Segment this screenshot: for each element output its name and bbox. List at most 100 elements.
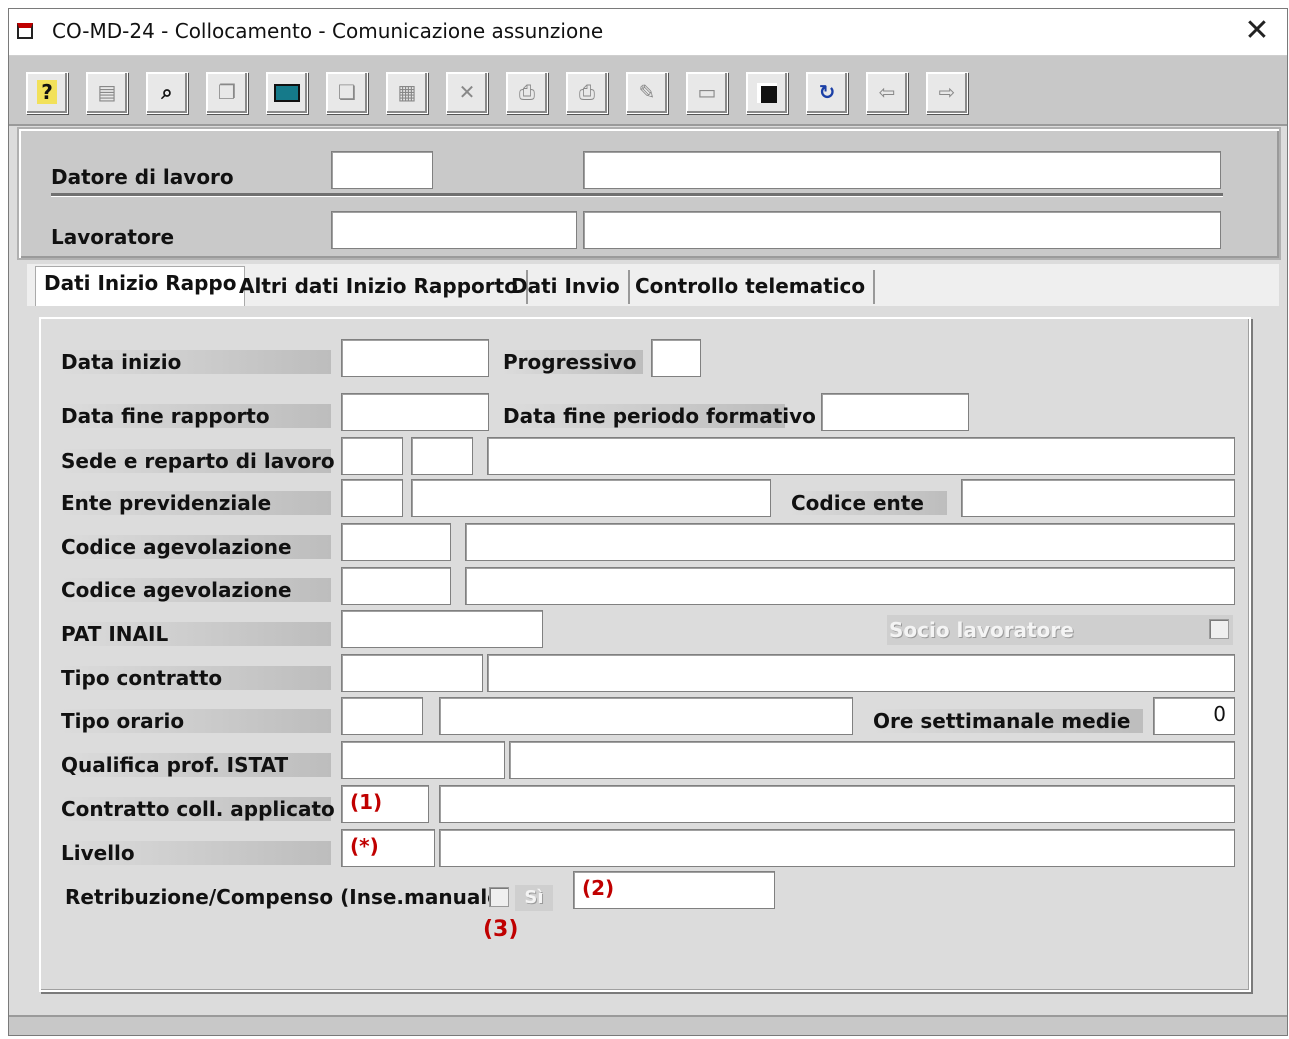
title-bar: CO-MD-24 - Collocamento - Comunicazione … bbox=[9, 9, 1287, 56]
tipo-orario-description-input[interactable] bbox=[439, 697, 853, 735]
codice-agevolazione-2-code-input[interactable] bbox=[341, 567, 451, 605]
ore-settimanale-medie-input[interactable]: 0 bbox=[1153, 697, 1235, 735]
contratto-coll-label: Contratto coll. applicato bbox=[59, 797, 335, 821]
employer-label: Datore di lavoro bbox=[51, 165, 234, 189]
tab-panel: Data inizio Progressivo Data fine rappor… bbox=[39, 317, 1251, 992]
data-fine-rapporto-input[interactable] bbox=[341, 393, 489, 431]
contratto-coll-description-input[interactable] bbox=[439, 785, 1235, 823]
sede-reparto-label: Sede e reparto di lavoro bbox=[59, 449, 335, 473]
codice-ente-input[interactable] bbox=[961, 479, 1235, 517]
properties-icon: ▤ bbox=[97, 80, 117, 104]
qualifica-istat-code-input[interactable] bbox=[341, 741, 505, 779]
printer-icon: ⎙ bbox=[579, 80, 595, 104]
pat-inail-input[interactable] bbox=[341, 610, 543, 648]
pat-inail-label: PAT INAIL bbox=[59, 622, 331, 646]
window-title: CO-MD-24 - Collocamento - Comunicazione … bbox=[52, 19, 604, 43]
properties-button[interactable]: ▤ bbox=[86, 72, 128, 114]
employer-name-input[interactable] bbox=[583, 151, 1221, 189]
form-icon: ▭ bbox=[697, 80, 717, 104]
back-button[interactable]: ⇦ bbox=[866, 72, 908, 114]
tab-controllo-telematico[interactable]: Controllo telematico bbox=[627, 270, 876, 304]
forward-button[interactable]: ⇨ bbox=[926, 72, 968, 114]
codice-agevolazione-code-input[interactable] bbox=[341, 523, 451, 561]
tipo-contratto-label: Tipo contratto bbox=[59, 666, 331, 690]
status-strip bbox=[9, 1015, 1287, 1035]
data-fine-periodo-formativo-input[interactable] bbox=[821, 393, 969, 431]
checkbox-note: (3) bbox=[483, 917, 519, 942]
codice-ente-label: Codice ente bbox=[789, 491, 947, 515]
window: CO-MD-24 - Collocamento - Comunicazione … bbox=[8, 8, 1288, 1036]
print-button[interactable]: ⎙ bbox=[566, 72, 608, 114]
data-inizio-input[interactable] bbox=[341, 339, 489, 377]
copy-button[interactable]: ❐ bbox=[206, 72, 248, 114]
retribuzione-manual-checkbox[interactable] bbox=[489, 887, 509, 907]
sede-input[interactable] bbox=[341, 437, 403, 475]
search-button[interactable]: ⌕ bbox=[146, 72, 188, 114]
header-panel: Datore di lavoro Lavoratore bbox=[17, 127, 1281, 260]
livello-code-input[interactable]: (*) bbox=[341, 829, 435, 867]
socio-lavoratore-checkbox[interactable] bbox=[1209, 619, 1229, 639]
contratto-coll-code-input[interactable]: (1) bbox=[341, 785, 429, 823]
si-label: Sì bbox=[515, 885, 553, 911]
display-button[interactable] bbox=[266, 72, 308, 114]
refresh-button[interactable]: ↻ bbox=[806, 72, 848, 114]
retribuzione-label: Retribuzione/Compenso (Inse.manuale) bbox=[65, 885, 510, 909]
tipo-orario-code-input[interactable] bbox=[341, 697, 423, 735]
tab-dati-inizio-rapporto[interactable]: Dati Inizio Rappo bbox=[35, 266, 246, 306]
codice-agevolazione-2-label: Codice agevolazione bbox=[59, 578, 331, 602]
copy-icon: ❐ bbox=[218, 80, 236, 104]
header-divider bbox=[51, 193, 1223, 197]
toolbar: ? ▤ ⌕ ❐ ❏ ▦ ✕ ⎙ ⎙ ✎ ▭ ↻ ⇦ ⇨ bbox=[9, 56, 1287, 126]
tipo-contratto-description-input[interactable] bbox=[487, 654, 1235, 692]
codice-agevolazione-label: Codice agevolazione bbox=[59, 535, 331, 559]
arrow-right-icon: ⇨ bbox=[938, 80, 956, 104]
save-button[interactable] bbox=[746, 72, 788, 114]
employer-code-input[interactable] bbox=[331, 151, 433, 189]
livello-label: Livello bbox=[59, 841, 331, 865]
grid-button[interactable]: ▦ bbox=[386, 72, 428, 114]
floppy-disk-icon bbox=[757, 83, 777, 103]
app-icon bbox=[17, 23, 33, 39]
worker-code-input[interactable] bbox=[331, 211, 577, 249]
ente-previdenziale-label: Ente previdenziale bbox=[59, 491, 331, 515]
duplicate-button[interactable]: ❏ bbox=[326, 72, 368, 114]
qualifica-istat-description-input[interactable] bbox=[509, 741, 1235, 779]
arrow-left-icon: ⇦ bbox=[878, 80, 896, 104]
ore-settimanale-medie-label: Ore settimanale medie bbox=[871, 709, 1143, 733]
edit-icon: ✎ bbox=[638, 80, 656, 104]
worker-name-input[interactable] bbox=[583, 211, 1221, 249]
preview-icon: ⎙ bbox=[519, 80, 535, 104]
socio-lavoratore-text: Socio lavoratore bbox=[889, 618, 1074, 642]
close-button[interactable]: ✕ bbox=[1239, 13, 1275, 49]
si-text: Sì bbox=[524, 887, 544, 908]
reparto-input[interactable] bbox=[411, 437, 473, 475]
socio-lavoratore-label: Socio lavoratore bbox=[887, 615, 1233, 645]
delete-icon: ✕ bbox=[458, 80, 476, 104]
codice-agevolazione-description-input[interactable] bbox=[465, 523, 1235, 561]
qualifica-istat-label: Qualifica prof. ISTAT bbox=[59, 753, 331, 777]
livello-description-input[interactable] bbox=[439, 829, 1235, 867]
retribuzione-input[interactable]: (2) bbox=[573, 871, 775, 909]
help-button[interactable]: ? bbox=[26, 72, 68, 114]
progressivo-input[interactable] bbox=[651, 339, 701, 377]
form-button[interactable]: ▭ bbox=[686, 72, 728, 114]
edit-button[interactable]: ✎ bbox=[626, 72, 668, 114]
question-icon: ? bbox=[37, 80, 57, 104]
tab-dati-invio[interactable]: Dati Invio bbox=[503, 270, 630, 304]
delete-button[interactable]: ✕ bbox=[446, 72, 488, 114]
preview-button[interactable]: ⎙ bbox=[506, 72, 548, 114]
sede-reparto-description-input[interactable] bbox=[487, 437, 1235, 475]
data-inizio-label: Data inizio bbox=[59, 350, 331, 374]
tab-altri-dati-inizio-rapporto[interactable]: Altri dati Inizio Rapporto bbox=[231, 270, 528, 304]
codice-agevolazione-2-description-input[interactable] bbox=[465, 567, 1235, 605]
worker-label: Lavoratore bbox=[51, 225, 175, 249]
ente-previdenziale-code-input[interactable] bbox=[341, 479, 403, 517]
ente-previdenziale-description-input[interactable] bbox=[411, 479, 771, 517]
monitor-icon bbox=[274, 84, 300, 102]
data-fine-rapporto-label: Data fine rapporto bbox=[59, 404, 331, 428]
tipo-contratto-code-input[interactable] bbox=[341, 654, 483, 692]
duplicate-icon: ❏ bbox=[338, 80, 356, 104]
refresh-icon: ↻ bbox=[818, 80, 836, 104]
data-fine-periodo-formativo-label: Data fine periodo formativo bbox=[501, 404, 816, 428]
grid-icon: ▦ bbox=[397, 80, 417, 104]
